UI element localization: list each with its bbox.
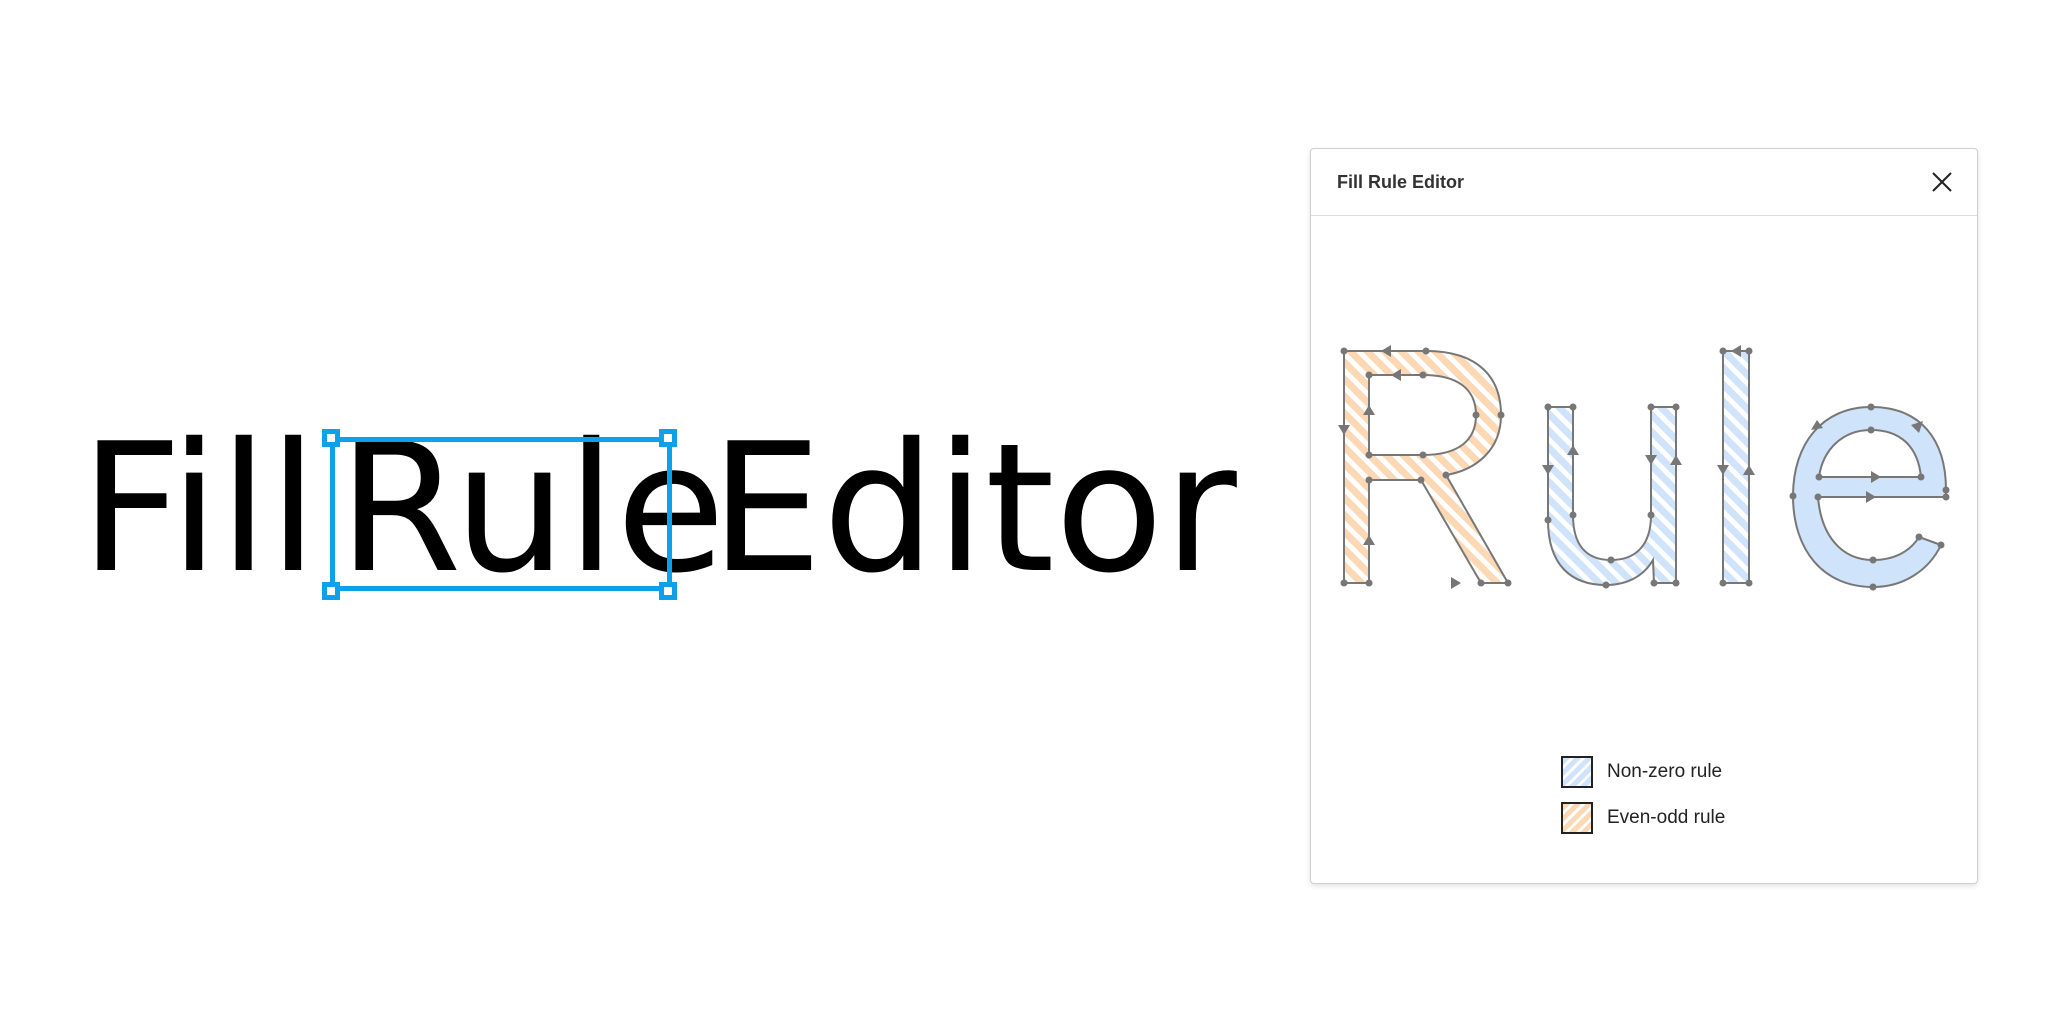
canvas-text-fill[interactable]: Fill [80,420,318,598]
selection-box[interactable] [330,437,672,591]
glyph-e[interactable] [1789,403,1950,591]
resize-handle-bottom-left[interactable] [322,582,340,600]
glyph-l[interactable] [1717,345,1755,587]
resize-handle-top-right[interactable] [659,429,677,447]
resize-handle-bottom-right[interactable] [659,582,677,600]
canvas-text-editor[interactable]: Editor [710,420,1237,598]
non-zero-swatch [1561,756,1593,788]
glyph-r[interactable] [1338,345,1512,589]
legend-item-even-odd[interactable]: Even-odd rule [1561,795,1725,841]
legend: Non-zero rule Even-odd rule [1561,749,1725,841]
legend-item-non-zero[interactable]: Non-zero rule [1561,749,1725,795]
glyph-u[interactable] [1542,403,1682,589]
panel-title: Fill Rule Editor [1337,172,1465,192]
resize-handle-top-left[interactable] [322,429,340,447]
legend-label: Even-odd rule [1607,807,1726,828]
fill-rule-editor-panel: Fill Rule Editor Non-zero rule Even-odd … [1310,148,1978,884]
glyph-preview[interactable] [1311,215,1979,695]
even-odd-swatch [1561,802,1593,834]
legend-label: Non-zero rule [1607,761,1723,782]
close-icon[interactable] [1929,169,1955,195]
panel-header: Fill Rule Editor [1311,149,1977,216]
